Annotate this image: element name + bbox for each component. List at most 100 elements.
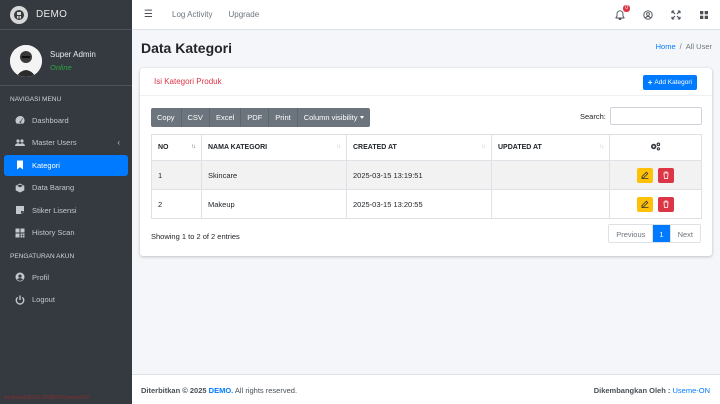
hamburger-menu-icon[interactable]: ☰ — [144, 9, 156, 20]
caret-down-icon — [360, 116, 365, 119]
sidebar-item-profil[interactable]: Profil — [4, 267, 128, 288]
user-circle-icon[interactable] — [642, 9, 654, 21]
pagination-page-1[interactable]: 1 — [653, 225, 671, 242]
search-label: Search: — [580, 112, 606, 121]
cell-no: 2 — [151, 189, 202, 219]
fullscreen-icon[interactable] — [670, 9, 682, 21]
edit-icon — [641, 200, 649, 208]
sidebar-item-label: Profil — [32, 272, 50, 282]
delete-button[interactable] — [657, 167, 674, 183]
trash-icon — [663, 171, 669, 179]
column-label: UPDATED AT — [498, 144, 542, 151]
sidebar-item-master-users[interactable]: Master Users ‹ — [4, 132, 128, 153]
sidebar: DEMO Super Admin Online NAVIGASI MENU Da… — [0, 0, 132, 404]
pdf-button[interactable]: PDF — [241, 108, 270, 127]
add-kategori-button[interactable]: + Add Kategori — [642, 75, 697, 90]
notification-badge: 0 — [623, 5, 630, 12]
footer-dev-prefix: Dikembangkan Oleh : — [593, 386, 671, 395]
column-header-updated-at[interactable]: UPDATED AT ↑↓ — [491, 134, 610, 161]
cell-updated — [491, 189, 610, 219]
footer-suffix: All rights reserved. — [234, 386, 298, 395]
cogs-icon — [650, 142, 661, 153]
table-row: 2 Makeup 2025-03-15 13:20:55 — [151, 189, 702, 219]
column-visibility-label: Column visibility — [303, 113, 358, 122]
excel-button[interactable]: Excel — [210, 108, 242, 127]
footer-dev-link[interactable]: Useme-ON — [672, 386, 710, 395]
pagination-next[interactable]: Next — [670, 225, 700, 242]
user-name[interactable]: Super Admin — [50, 50, 96, 59]
user-status: Online — [50, 62, 72, 72]
sidebar-item-kategori[interactable]: Kategori — [4, 154, 128, 176]
sidebar-item-label: History Scan — [32, 228, 75, 237]
edit-button[interactable] — [637, 167, 654, 183]
edit-button[interactable] — [637, 196, 654, 212]
nav-link-upgrade[interactable]: Upgrade — [228, 10, 259, 19]
sort-icon: ↑↓ — [599, 144, 604, 150]
kategori-card: Isi Kategori Produk + Add Kategori Copy C… — [140, 68, 712, 256]
column-header-nama-kategori[interactable]: NAMA KATEGORI ↑↓ — [201, 134, 347, 161]
pagination-previous[interactable]: Previous — [609, 225, 654, 242]
nav-header-account: PENGATURAN AKUN — [10, 252, 75, 260]
sort-icon: ↑↓ — [336, 144, 341, 150]
sidebar-item-logout[interactable]: Logout — [4, 289, 128, 310]
plus-icon: + — [647, 78, 653, 87]
sidebar-item-label: Dashboard — [32, 115, 69, 125]
sidebar-item-label: Stiker Lisensi — [32, 205, 77, 215]
add-kategori-label: Add Kategori — [654, 79, 692, 86]
chevron-left-icon: ‹ — [117, 138, 120, 147]
sidebar-item-label: Master Users — [32, 138, 77, 147]
cell-actions — [609, 189, 702, 219]
sticky-note-icon — [14, 204, 26, 216]
sidebar-item-label: Data Barang — [32, 183, 75, 192]
cell-updated — [491, 160, 610, 190]
user-circle-icon — [14, 271, 26, 283]
cell-created: 2025-03-15 13:20:55 — [346, 189, 492, 219]
footer-brand-link[interactable]: DEMO. — [209, 386, 234, 395]
sort-asc-icon: ↑↓ — [191, 144, 196, 150]
kategori-table: NO ↑↓ NAMA KATEGORI ↑↓ CREATED AT ↑↓ UPDATE… — [151, 134, 702, 219]
delete-button[interactable] — [657, 196, 674, 212]
print-button[interactable]: Print — [269, 108, 298, 127]
power-icon — [14, 294, 26, 306]
users-icon — [14, 137, 26, 149]
copy-button[interactable]: Copy — [151, 108, 182, 127]
sidebar-item-stiker-lisensi[interactable]: Stiker Lisensi — [4, 200, 128, 221]
column-header-no[interactable]: NO ↑↓ — [151, 134, 202, 161]
top-navbar: ☰ Log Activity Upgrade 0 — [132, 0, 720, 30]
column-label: NO — [158, 144, 169, 151]
cell-nama: Makeup — [201, 189, 347, 219]
brand-logo-icon — [10, 5, 28, 24]
breadcrumb-separator: / — [679, 42, 682, 51]
footer-prefix: Diterbitkan © 2025 — [141, 386, 207, 395]
edit-icon — [641, 171, 649, 179]
page-title: Data Kategori — [141, 40, 233, 56]
breadcrumb-home[interactable]: Home — [656, 42, 676, 51]
column-header-actions — [609, 134, 702, 161]
cell-actions — [609, 160, 702, 190]
cell-nama: Skincare — [201, 160, 347, 190]
card-title: Isi Kategori Produk — [154, 77, 222, 86]
trash-icon — [663, 200, 669, 208]
brand-link[interactable]: DEMO — [0, 0, 132, 30]
export-button-group: Copy CSV Excel PDF Print Column visibili… — [151, 108, 371, 127]
bell-icon[interactable]: 0 — [614, 5, 630, 21]
avatar[interactable] — [10, 44, 42, 77]
table-row: 1 Skincare 2025-03-15 13:19:51 — [151, 160, 702, 190]
grid-apps-icon[interactable] — [698, 9, 710, 21]
card-header: Isi Kategori Produk + Add Kategori — [140, 68, 712, 96]
breadcrumb: Home / All User — [656, 42, 712, 51]
tachometer-icon — [14, 114, 26, 126]
nav-header-menu: NAVIGASI MENU — [10, 95, 62, 103]
sidebar-item-history-scan[interactable]: History Scan — [4, 222, 128, 243]
column-header-created-at[interactable]: CREATED AT ↑↓ — [346, 134, 492, 161]
sidebar-item-dashboard[interactable]: Dashboard — [4, 110, 128, 131]
search-input[interactable] — [610, 107, 702, 125]
breadcrumb-current: All User — [685, 42, 712, 51]
nav-link-log-activity[interactable]: Log Activity — [172, 10, 212, 19]
column-visibility-button[interactable]: Column visibility — [298, 108, 371, 127]
sidebar-item-data-barang[interactable]: Data Barang — [4, 177, 128, 198]
csv-button[interactable]: CSV — [182, 108, 210, 127]
brand-name: DEMO — [36, 9, 68, 20]
footer-developer: Dikembangkan Oleh : Useme-ON — [594, 386, 710, 395]
table-info: Showing 1 to 2 of 2 entries — [151, 232, 240, 241]
